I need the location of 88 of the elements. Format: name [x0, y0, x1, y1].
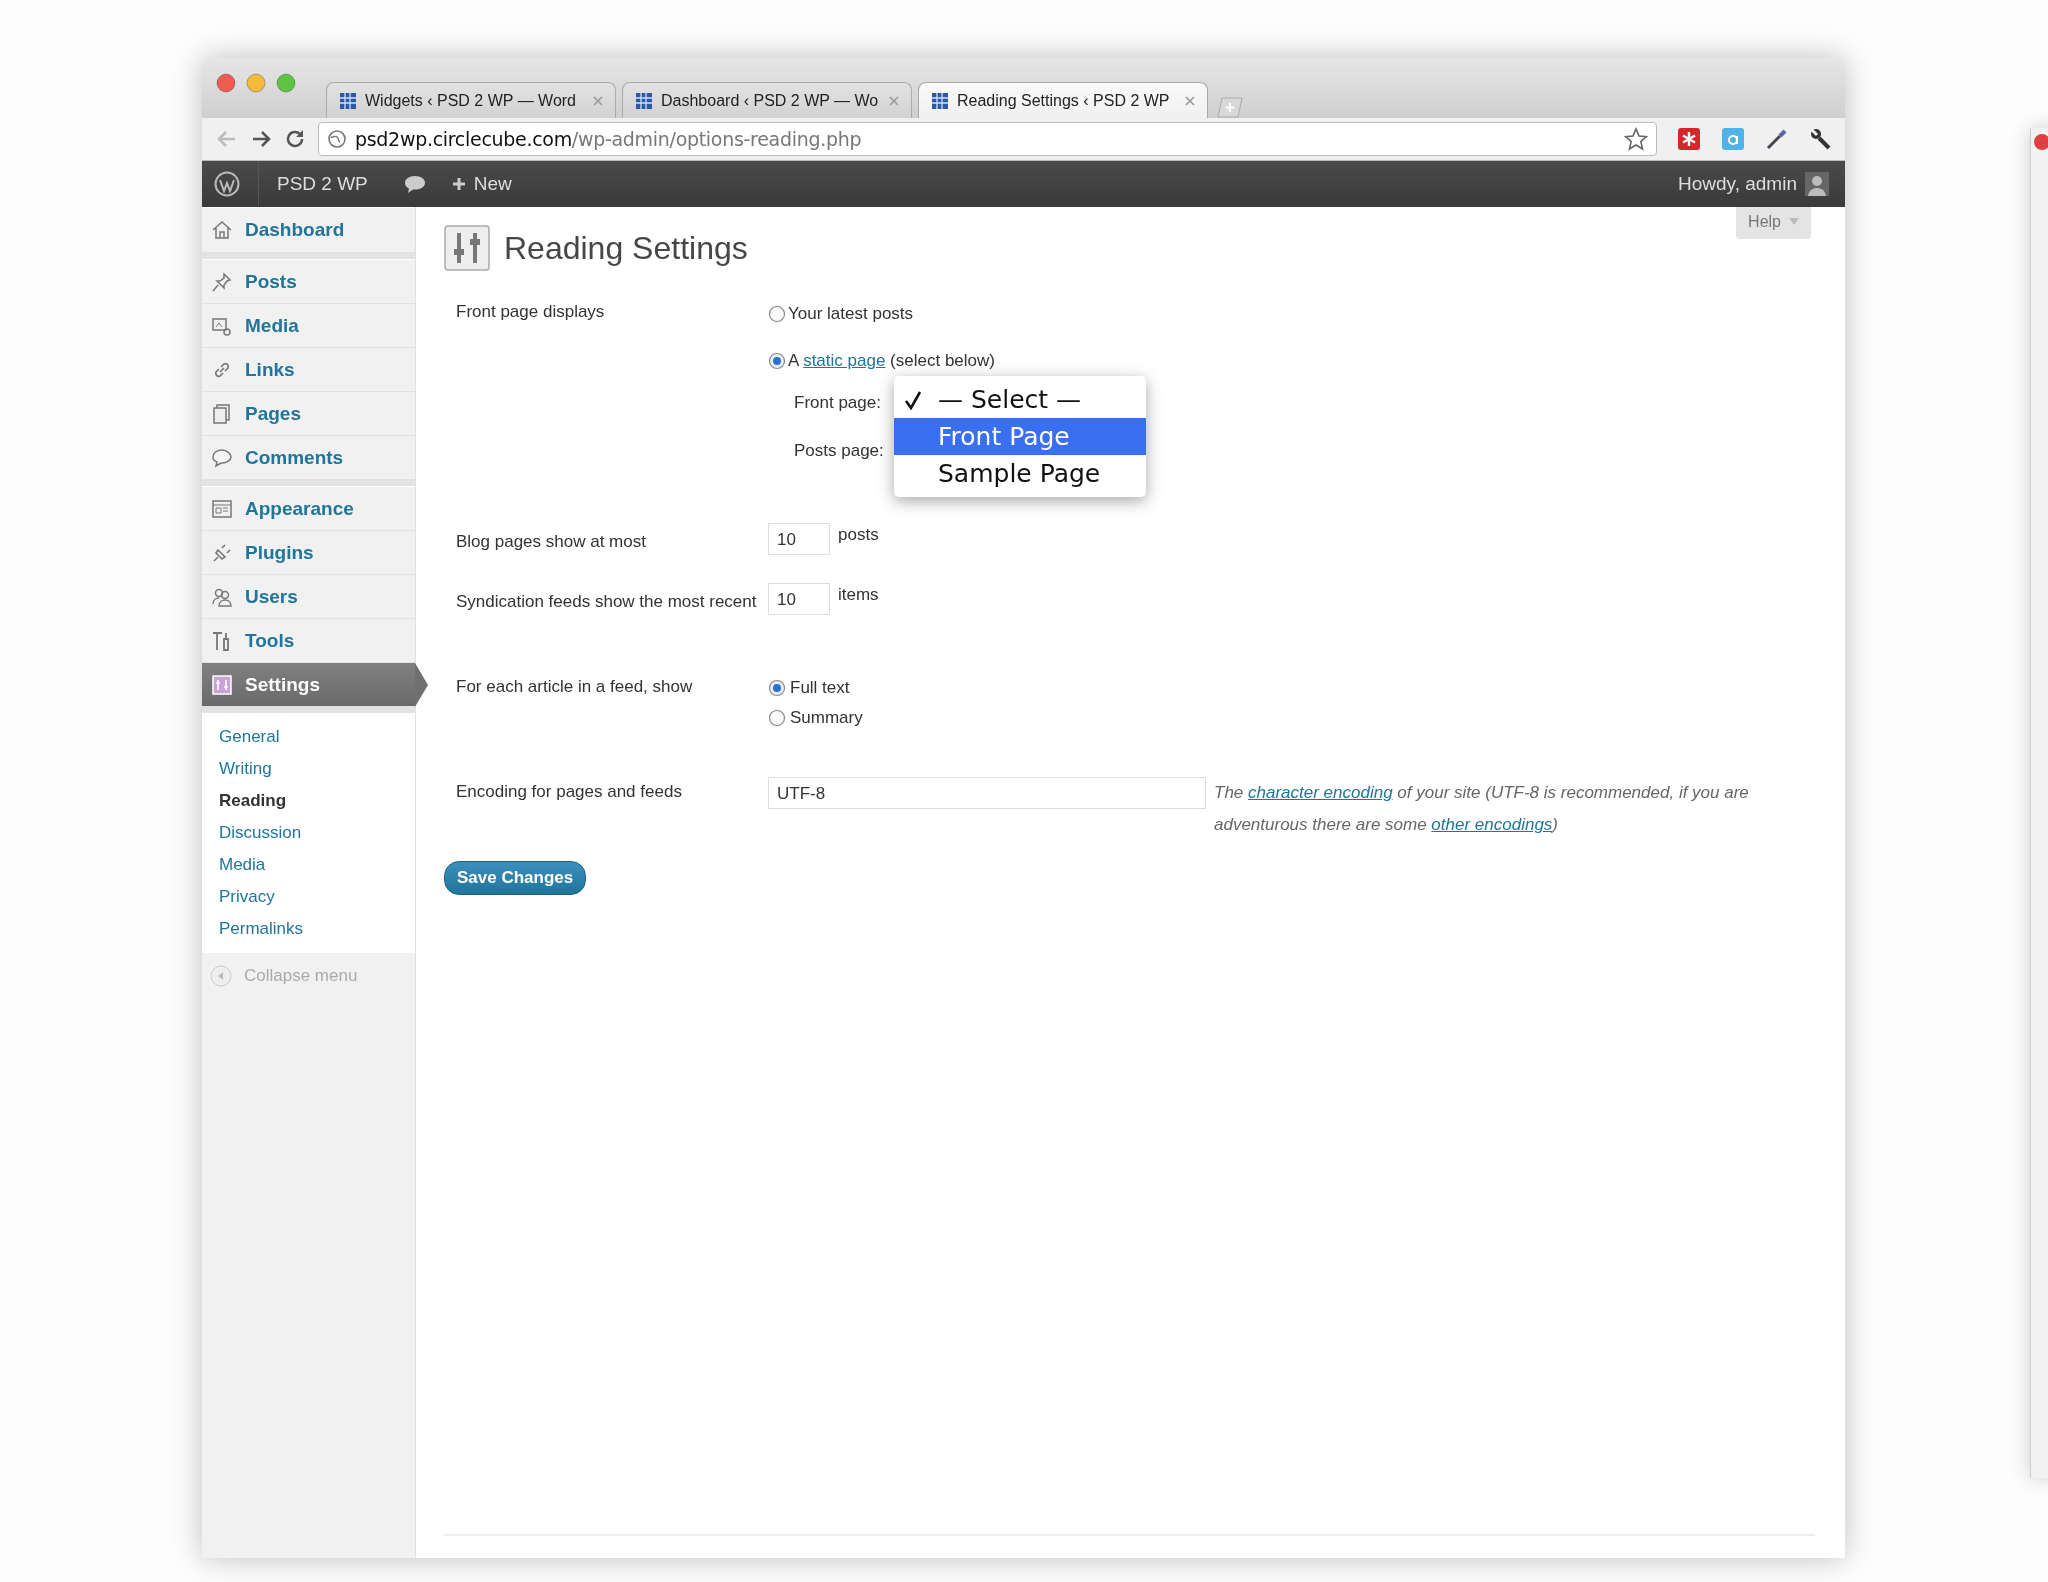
comment-icon[interactable] — [403, 174, 426, 194]
browser-tab[interactable]: Reading Settings ‹ PSD 2 WP — [918, 82, 1208, 118]
submenu-link[interactable]: Discussion — [219, 817, 302, 849]
encoding-field[interactable]: UTF-8 — [768, 777, 1206, 809]
tab-title: Dashboard ‹ PSD 2 WP — Wo — [661, 91, 880, 110]
menu-item[interactable]: Plugins — [202, 531, 415, 575]
unit-label: items — [838, 584, 879, 605]
static-page-link[interactable]: static page — [803, 351, 886, 370]
grid-icon — [931, 91, 949, 110]
tab-title: Reading Settings ‹ PSD 2 WP — [957, 91, 1171, 110]
field-label: Syndication feeds show the most recent — [456, 591, 758, 613]
plus-icon — [451, 177, 466, 191]
submenu-link[interactable]: Permalinks — [219, 913, 304, 945]
menu-item[interactable]: Posts — [202, 260, 415, 304]
submenu-link[interactable]: Writing — [219, 753, 272, 785]
dropdown-option[interactable]: — Select — — [894, 381, 1146, 418]
star-icon[interactable] — [1624, 127, 1648, 151]
submenu-link[interactable]: General — [219, 721, 280, 753]
sliders-icon — [211, 673, 233, 696]
account-link[interactable]: Howdy, admin — [1660, 161, 1805, 207]
unit-label: posts — [838, 524, 879, 545]
address-bar[interactable]: psd2wp.circlecube.com/wp-admin/options-reading.php — [318, 122, 1657, 156]
radio-button[interactable] — [768, 352, 786, 370]
menu-item[interactable]: Dashboard — [202, 208, 415, 253]
site-name-link[interactable]: PSD 2 WP — [258, 161, 386, 207]
zoom-window-button[interactable] — [276, 73, 296, 93]
option-label: A static page (select below) — [788, 351, 995, 371]
menu-item[interactable]: Appearance — [202, 487, 415, 531]
dropdown-option[interactable]: Front Page — [894, 418, 1146, 455]
plug-icon — [211, 541, 233, 564]
checkmark-icon — [904, 389, 922, 410]
other-encodings-link[interactable]: other encodings — [1431, 815, 1553, 834]
menu-item[interactable]: Comments — [202, 436, 415, 480]
house-icon — [211, 219, 233, 241]
close-window-button[interactable] — [216, 73, 236, 93]
new-content-link[interactable]: New — [451, 173, 512, 195]
help-button[interactable]: Help — [1736, 207, 1811, 239]
submenu-link[interactable]: Media — [219, 849, 266, 881]
dropdown-option[interactable]: Sample Page — [894, 455, 1146, 492]
menu-item[interactable]: Pages — [202, 392, 415, 436]
close-icon[interactable] — [1185, 95, 1195, 106]
radio-button[interactable] — [768, 679, 786, 697]
reload-button[interactable] — [284, 128, 306, 150]
pushpin-icon — [211, 270, 233, 293]
grid-icon — [339, 91, 357, 110]
option-label: Your latest posts — [788, 304, 914, 324]
close-icon[interactable] — [593, 95, 603, 106]
radio-button[interactable] — [768, 709, 786, 727]
globe-icon — [327, 129, 347, 149]
submenu-link[interactable]: Reading — [219, 785, 287, 817]
option-label: Full text — [790, 678, 850, 698]
browser-tab[interactable]: Dashboard ‹ PSD 2 WP — Wo — [622, 82, 912, 118]
avatar-icon[interactable] — [1805, 172, 1829, 196]
page-title: Reading Settings — [504, 229, 748, 267]
field-label: Blog pages show at most — [456, 531, 647, 553]
encoding-description: The character encoding of your site (UTF-8 is recommended, if you are adventurous there are some other encodings) — [1214, 782, 1750, 836]
browser-tab[interactable]: Widgets ‹ PSD 2 WP — Word — [326, 82, 616, 118]
speech-bubble-icon — [211, 446, 233, 469]
new-tab-button[interactable] — [1214, 96, 1246, 118]
save-changes-button[interactable]: Save Changes — [444, 861, 587, 895]
eyedropper-icon[interactable] — [1765, 127, 1789, 151]
menu-item[interactable]: Users — [202, 575, 415, 619]
layout-icon — [211, 497, 233, 520]
submenu-link[interactable]: Privacy — [219, 881, 275, 913]
wordpress-logo-icon[interactable] — [214, 171, 240, 197]
field-label: Front page: — [794, 393, 881, 413]
tab-title: Widgets ‹ PSD 2 WP — Word — [365, 91, 577, 110]
field-label: Encoding for pages and feeds — [456, 781, 683, 803]
radio-button[interactable] — [768, 305, 786, 323]
field-label: Posts page: — [794, 441, 884, 461]
number-field[interactable]: 10 — [768, 523, 830, 555]
at-sign-icon[interactable] — [1721, 127, 1745, 151]
asterisk-icon[interactable] — [1677, 127, 1701, 151]
character-encoding-link[interactable]: character encoding — [1248, 783, 1393, 802]
menu-item[interactable]: Media — [202, 304, 415, 348]
field-label: Front page displays — [456, 301, 606, 323]
caret-icon — [1789, 218, 1799, 226]
grid-icon — [635, 91, 653, 110]
url-text: psd2wp.circlecube.com/wp-admin/options-reading.php — [355, 128, 863, 150]
close-icon[interactable] — [889, 95, 899, 106]
menu-item[interactable]: Links — [202, 348, 415, 392]
option-label: Summary — [790, 708, 863, 728]
wrench-icon[interactable] — [1809, 127, 1833, 151]
field-label: For each article in a feed, show — [456, 676, 694, 698]
settings-page-icon — [444, 225, 490, 271]
minimize-window-button[interactable] — [246, 73, 266, 93]
number-field[interactable]: 10 — [768, 583, 830, 615]
pages-icon — [211, 402, 233, 425]
